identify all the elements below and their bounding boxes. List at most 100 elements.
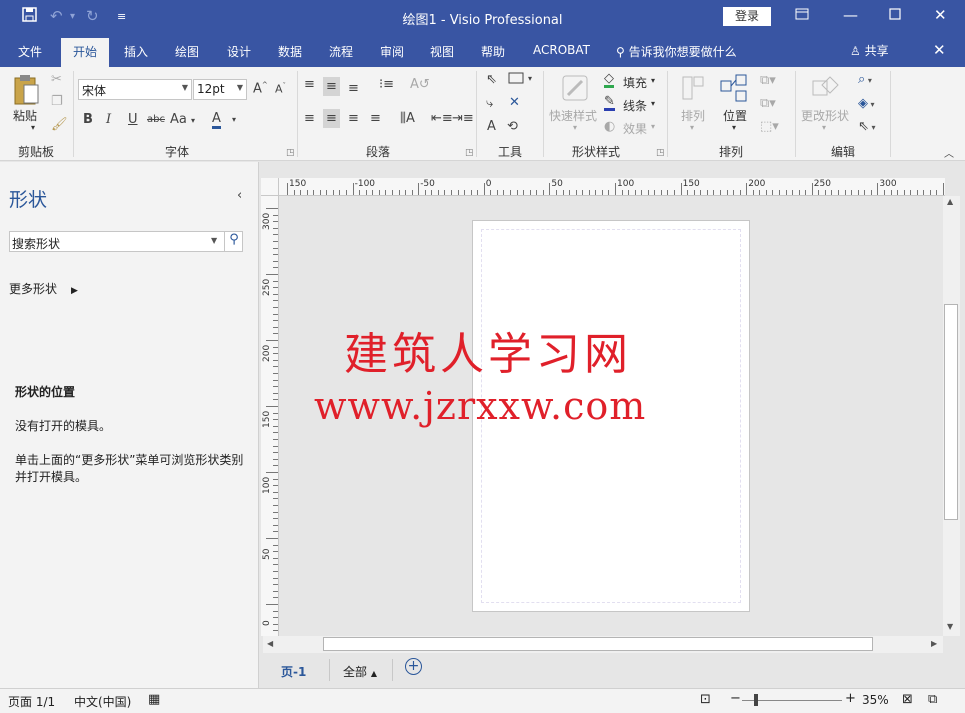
tab-home[interactable]: 开始 <box>61 38 110 67</box>
zoom-out-icon[interactable]: − <box>730 691 741 706</box>
text-tool-icon[interactable]: A <box>487 119 496 134</box>
paste-dropdown-icon[interactable]: ▾ <box>31 123 35 132</box>
group-icon[interactable]: ⧉▾ <box>760 73 776 88</box>
zoom-slider-thumb[interactable] <box>754 694 758 706</box>
quick-styles-icon[interactable] <box>560 73 590 107</box>
share-button[interactable]: ♙ 共享 <box>850 42 889 59</box>
bullets-icon[interactable]: ⁝≡ <box>379 77 394 92</box>
scroll-left-icon[interactable]: ◀ <box>267 639 273 648</box>
pointer-tool-icon[interactable]: ⇖ <box>486 72 497 87</box>
dialog-launcher-icon[interactable]: ◳ <box>286 148 295 158</box>
tab-review[interactable]: 审阅 <box>380 43 404 60</box>
align-bottom-icon[interactable]: ≡ <box>348 81 359 96</box>
line-icon[interactable]: ✎ <box>604 95 615 111</box>
size-position-icon[interactable]: ⬚▾ <box>760 119 779 134</box>
page-number-status[interactable]: 页面 1/1 <box>8 693 55 710</box>
arrange-icon[interactable] <box>681 75 705 105</box>
zoom-level[interactable]: 35% <box>862 693 889 707</box>
align-left-icon[interactable]: ≡ <box>304 111 315 126</box>
select-icon[interactable]: ⇖ ▾ <box>858 119 875 134</box>
italic-icon[interactable]: I <box>106 112 111 127</box>
bold-icon[interactable]: B <box>83 112 93 127</box>
chevron-down-icon[interactable]: ▾ <box>732 123 736 132</box>
change-shape-icon[interactable] <box>810 73 840 107</box>
position-icon[interactable] <box>719 73 749 107</box>
presentation-mode-icon[interactable]: ⊡ <box>700 692 711 707</box>
macro-record-icon[interactable]: ▦ <box>148 692 160 707</box>
vertical-scroll-thumb[interactable] <box>944 304 958 520</box>
fill-label[interactable]: 填充 <box>623 74 647 91</box>
close-icon[interactable]: ✕ <box>934 6 947 24</box>
switch-windows-icon[interactable]: ⧉ <box>928 692 937 707</box>
horizontal-ruler[interactable]: 150-100-500501001502002503003 <box>279 178 945 196</box>
tab-help[interactable]: 帮助 <box>481 43 505 60</box>
grow-font-icon[interactable]: A^ <box>253 81 268 96</box>
effects-icon[interactable]: ◐ <box>604 119 615 134</box>
font-name-select[interactable]: 宋体 ▼ <box>78 79 192 100</box>
align-shapes-icon[interactable]: ⧉▾ <box>760 96 776 111</box>
fit-page-icon[interactable]: ⊠ <box>902 692 913 707</box>
chevron-down-icon[interactable]: ▾ <box>528 74 532 83</box>
shrink-font-icon[interactable]: Aˇ <box>275 82 286 96</box>
tab-draw[interactable]: 绘图 <box>175 43 199 60</box>
language-status[interactable]: 中文(中国) <box>74 693 131 710</box>
position-label[interactable]: 位置 <box>723 107 747 124</box>
align-top-icon[interactable]: ≡ <box>304 77 315 92</box>
change-case-icon[interactable]: Aa ▾ <box>170 112 195 127</box>
find-icon[interactable]: ⌕ ▾ <box>858 72 872 87</box>
justify-icon[interactable]: ≡ <box>370 111 381 126</box>
paste-icon[interactable] <box>12 73 40 111</box>
align-middle-icon[interactable]: ≡ <box>323 77 340 96</box>
horizontal-scrollbar[interactable]: ◀ ▶ <box>263 636 943 653</box>
font-color-icon[interactable]: A <box>212 111 221 129</box>
connection-point-icon[interactable]: ✕ <box>509 95 520 110</box>
rotate-tool-icon[interactable]: ⟲ <box>507 119 518 134</box>
login-button[interactable]: 登录 <box>723 7 771 26</box>
dialog-launcher-icon[interactable]: ◳ <box>656 148 665 158</box>
tab-view[interactable]: 视图 <box>430 43 454 60</box>
vertical-ruler[interactable]: 300 250 200 150 100 50 0 <box>261 196 279 636</box>
effects-label[interactable]: 效果 <box>623 120 647 137</box>
layers-icon[interactable]: ◈ ▾ <box>858 96 875 111</box>
distribute-icon[interactable]: ⫼A <box>400 111 415 126</box>
tab-process[interactable]: 流程 <box>329 43 353 60</box>
collapse-ribbon-icon[interactable]: ︿ <box>944 145 954 160</box>
all-pages-menu[interactable]: 全部 ▲ <box>343 663 377 680</box>
connector-tool-icon[interactable]: ⤷ <box>486 96 493 111</box>
page-tab-1[interactable]: 页-1 <box>281 663 306 680</box>
tab-design[interactable]: 设计 <box>227 43 251 60</box>
scroll-right-icon[interactable]: ▶ <box>931 639 937 648</box>
ribbon-display-icon[interactable] <box>795 6 809 24</box>
vertical-scrollbar[interactable]: ▲ ▼ <box>943 196 960 636</box>
copy-icon[interactable]: ❐ <box>51 94 63 109</box>
tab-file[interactable]: 文件 <box>18 43 42 60</box>
underline-icon[interactable]: U <box>128 112 138 127</box>
more-shapes-menu[interactable]: 更多形状 ▶ <box>9 280 78 297</box>
strikethrough-icon[interactable]: abc <box>147 114 165 125</box>
fill-icon[interactable]: ◇ <box>604 72 614 88</box>
rectangle-tool-icon[interactable] <box>508 72 524 88</box>
chevron-down-icon[interactable]: ▼ <box>211 236 217 245</box>
chevron-down-icon[interactable]: ▾ <box>232 115 236 124</box>
tell-me-box[interactable]: ⚲ 告诉我你想要做什么 <box>616 43 737 60</box>
horizontal-scroll-thumb[interactable] <box>323 637 873 651</box>
add-page-icon[interactable]: + <box>405 658 422 675</box>
collapse-panel-icon[interactable]: ‹ <box>237 188 242 203</box>
search-shapes-input[interactable]: 搜索形状 ▼ ⚲ <box>9 231 243 252</box>
maximize-icon[interactable] <box>889 6 901 24</box>
dialog-launcher-icon[interactable]: ◳ <box>465 148 474 158</box>
text-direction-icon[interactable]: A↺ <box>410 77 430 92</box>
line-label[interactable]: 线条 <box>623 97 647 114</box>
cut-icon[interactable]: ✂ <box>51 72 62 87</box>
align-center-icon[interactable]: ≡ <box>323 109 340 128</box>
search-icon[interactable]: ⚲ <box>224 232 243 251</box>
format-painter-icon[interactable]: 🖌 <box>51 117 68 132</box>
font-size-select[interactable]: 12pt ▼ <box>193 79 247 100</box>
chevron-down-icon[interactable]: ▾ <box>651 99 655 108</box>
minimize-icon[interactable]: — <box>843 6 858 24</box>
zoom-in-icon[interactable]: + <box>845 691 856 706</box>
scroll-down-icon[interactable]: ▼ <box>947 622 953 631</box>
increase-indent-icon[interactable]: ⇥≡ <box>452 111 474 126</box>
tab-acrobat[interactable]: ACROBAT <box>533 43 590 57</box>
scroll-up-icon[interactable]: ▲ <box>947 197 953 206</box>
